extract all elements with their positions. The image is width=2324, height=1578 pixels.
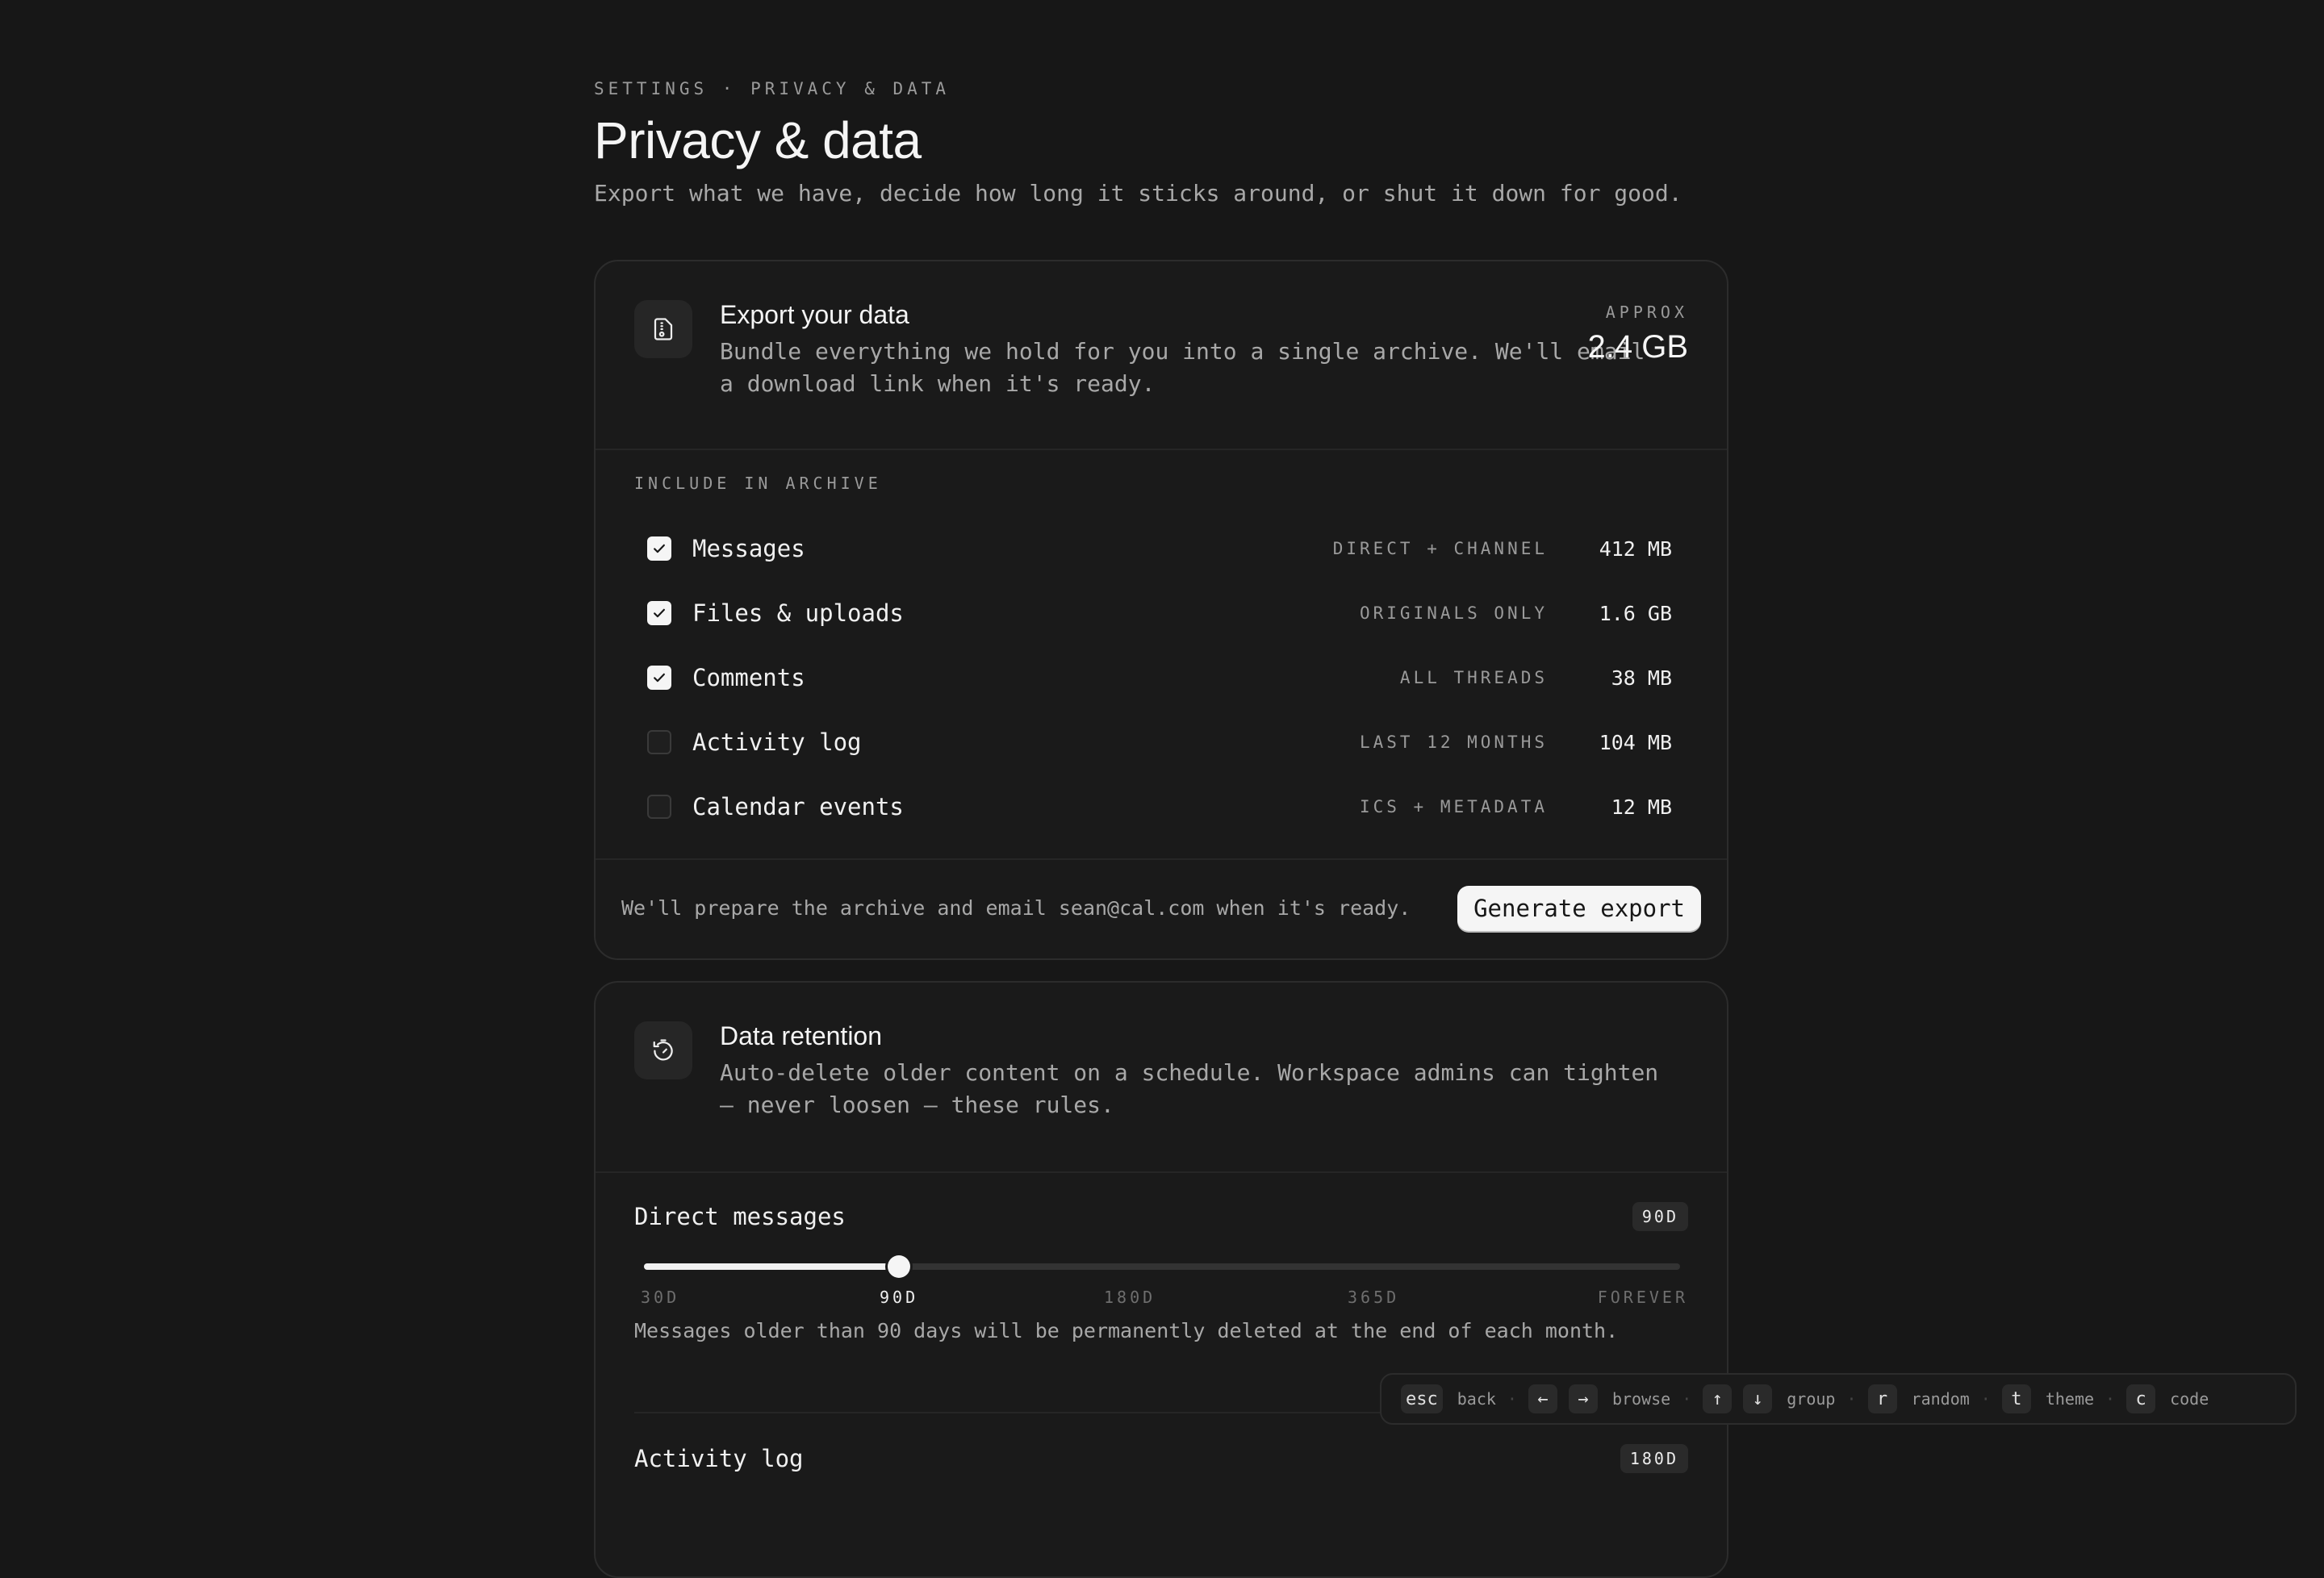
export-card-description: Bundle everything we hold for you into a… [720, 338, 1645, 397]
shortcut-label-theme: theme [2045, 1389, 2095, 1409]
archive-item-scope: ICS + METADATA [1359, 797, 1548, 816]
separator-dot: · [1980, 1389, 1991, 1409]
archive-item-label: Files & uploads [692, 599, 904, 627]
archive-item-calendar[interactable]: Calendar events ICS + METADATA 12 MB [647, 774, 1672, 839]
approx-label: APPROX [1605, 303, 1688, 322]
breadcrumb: SETTINGS · PRIVACY & DATA [594, 79, 951, 98]
slider-tick[interactable]: 30D [641, 1288, 679, 1307]
archive-item-size: 1.6 GB [1599, 601, 1672, 625]
separator-dot: · [2105, 1389, 2116, 1409]
archive-item-label: Activity log [692, 728, 862, 756]
archive-item-activity-log[interactable]: Activity log LAST 12 MONTHS 104 MB [647, 710, 1672, 774]
arrow-down-icon[interactable]: ↓ [1743, 1384, 1773, 1413]
file-archive-icon [634, 300, 692, 358]
separator-dot: · [1682, 1389, 1692, 1409]
retention-card-description: Auto-delete older content on a schedule.… [720, 1059, 1659, 1118]
slider-ticks: 30D 90D 180D 365D FOREVER [641, 1288, 1688, 1309]
checkbox-checked[interactable] [647, 601, 671, 625]
archive-item-messages[interactable]: Messages DIRECT + CHANNEL 412 MB [647, 516, 1672, 581]
checkbox-checked[interactable] [647, 666, 671, 690]
export-card-footer: We'll prepare the archive and email sean… [596, 858, 1727, 958]
archive-item-size: 12 MB [1611, 795, 1672, 819]
arrow-right-icon[interactable]: → [1568, 1384, 1598, 1413]
archive-item-label: Comments [692, 664, 805, 691]
archive-item-files[interactable]: Files & uploads ORIGINALS ONLY 1.6 GB [647, 581, 1672, 645]
slider-value-badge: 180D [1620, 1444, 1688, 1473]
separator-dot: · [1507, 1389, 1517, 1409]
include-section-label: INCLUDE IN ARCHIVE [634, 474, 882, 493]
kbd-r[interactable]: r [1867, 1384, 1897, 1413]
shortcut-label-group: group [1787, 1389, 1836, 1409]
archive-item-size: 412 MB [1599, 536, 1672, 561]
export-card-header: Export your data Bundle everything we ho… [596, 261, 1727, 450]
slider-note: Messages older than 90 days will be perm… [634, 1319, 1619, 1342]
kbd-esc[interactable]: esc [1401, 1384, 1443, 1413]
shortcut-label-browse: browse [1611, 1389, 1671, 1409]
retention-card: Data retention Auto-delete older content… [594, 981, 1728, 1578]
retention-slider[interactable] [644, 1255, 1680, 1278]
slider-fill [644, 1263, 900, 1270]
slider-label: Activity log [634, 1445, 804, 1472]
archive-item-scope: DIRECT + CHANNEL [1332, 539, 1548, 558]
check-icon [654, 608, 665, 618]
check-icon [654, 673, 665, 683]
retention-card-header: Data retention Auto-delete older content… [596, 983, 1727, 1173]
shortcut-label-code: code [2170, 1389, 2209, 1409]
approx-value: 2.4 GB [1587, 329, 1688, 365]
page-subtitle: Export what we have, decide how long it … [594, 180, 1682, 207]
checkbox-unchecked[interactable] [647, 730, 671, 754]
check-icon [654, 544, 665, 553]
slider-tick[interactable]: 90D [880, 1288, 918, 1307]
page-title: Privacy & data [594, 111, 922, 169]
archive-item-scope: LAST 12 MONTHS [1359, 733, 1548, 752]
slider-tick[interactable]: FOREVER [1598, 1288, 1688, 1307]
arrow-up-icon[interactable]: ↑ [1703, 1384, 1733, 1413]
archive-item-label: Messages [692, 535, 805, 562]
approx-size: APPROX 2.4 GB [1587, 302, 1688, 368]
export-card: Export your data Bundle everything we ho… [594, 260, 1728, 960]
export-footer-text: We'll prepare the archive and email sean… [621, 896, 1411, 920]
shortcut-label-back: back [1457, 1389, 1496, 1409]
archive-item-scope: ALL THREADS [1399, 668, 1548, 687]
retention-card-title: Data retention [720, 1021, 883, 1050]
slider-label: Direct messages [634, 1203, 846, 1230]
slider-tick[interactable]: 180D [1104, 1288, 1156, 1307]
archive-item-size: 38 MB [1611, 666, 1672, 690]
arrow-left-icon[interactable]: ← [1528, 1384, 1557, 1413]
archive-item-size: 104 MB [1599, 730, 1672, 754]
timer-reset-icon [634, 1021, 692, 1079]
archive-item-label: Calendar events [692, 793, 904, 820]
retention-direct-messages: Direct messages 90D 30D 90D 180D 365D FO… [634, 1202, 1688, 1355]
checkbox-checked[interactable] [647, 536, 671, 561]
checkbox-unchecked[interactable] [647, 795, 671, 819]
archive-item-scope: ORIGINALS ONLY [1359, 603, 1548, 623]
kbd-c[interactable]: c [2126, 1384, 2156, 1413]
separator-dot: · [1846, 1389, 1857, 1409]
slider-tick[interactable]: 365D [1348, 1288, 1399, 1307]
keyboard-shortcuts-bar: esc back · ← → browse · ↑ ↓ group · r ra… [1380, 1373, 2297, 1425]
kbd-t[interactable]: t [2001, 1384, 2031, 1413]
generate-export-button[interactable]: Generate export [1457, 886, 1701, 931]
slider-thumb[interactable] [888, 1255, 911, 1278]
archive-item-comments[interactable]: Comments ALL THREADS 38 MB [647, 645, 1672, 710]
shortcut-label-random: random [1911, 1389, 1970, 1409]
privacy-page: SETTINGS · PRIVACY & DATA Privacy & data… [594, 77, 1728, 1578]
export-card-title: Export your data [720, 300, 909, 329]
slider-value-badge: 90D [1632, 1202, 1688, 1231]
archive-items-list: Messages DIRECT + CHANNEL 412 MB Files &… [647, 516, 1672, 839]
